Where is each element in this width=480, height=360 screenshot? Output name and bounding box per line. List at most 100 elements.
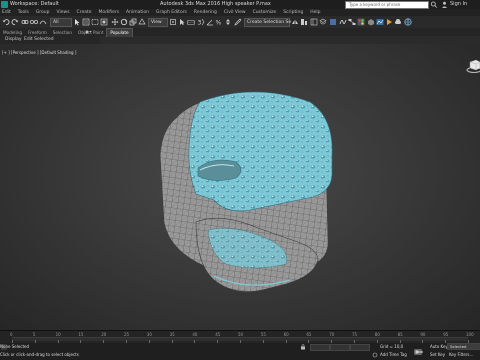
rotate-icon[interactable] — [120, 18, 128, 26]
menu-group[interactable]: Group — [36, 9, 50, 16]
select-object-icon[interactable] — [73, 18, 81, 26]
search-input[interactable]: Type a keyword or phrase — [345, 1, 429, 9]
menu-scripting[interactable]: Scripting — [283, 9, 303, 16]
time-slider[interactable]: 0 5 10 15 20 25 30 35 40 45 50 55 60 65 70 75 80 85 90 95 10… — [0, 330, 480, 344]
bind-spacewarp-icon[interactable] — [39, 18, 47, 26]
menu-rendering[interactable]: Rendering — [194, 9, 217, 16]
keyboard-shortcut-icon[interactable] — [187, 18, 195, 26]
graphite-modeling-tools-icon[interactable] — [329, 18, 337, 26]
redo-icon[interactable] — [11, 18, 19, 26]
key-mode-value: Selected — [450, 344, 467, 349]
align-icon[interactable] — [300, 18, 308, 26]
timeline-tick-label: 35 — [169, 332, 175, 337]
undo-icon[interactable] — [2, 18, 10, 26]
key-mode-dropdown[interactable]: Selected — [447, 343, 480, 350]
menu-tools[interactable]: Tools — [18, 9, 29, 16]
timeline-tick-label: 25 — [124, 332, 130, 337]
window-crossing-icon[interactable] — [100, 18, 108, 26]
timeline-tick-label: 85 — [397, 332, 403, 337]
link-icon[interactable] — [21, 18, 29, 26]
select-manipulate-icon[interactable] — [178, 18, 186, 26]
ribbon-options-icon[interactable] — [84, 29, 92, 35]
sub-toolbar: Display Edit Selected — [0, 36, 100, 44]
render-production-icon[interactable] — [385, 18, 393, 26]
speaker-model-render[interactable] — [0, 44, 480, 330]
scale-icon[interactable] — [129, 18, 137, 26]
timeline-tick-label: 20 — [101, 332, 107, 337]
svg-text:3: 3 — [198, 20, 202, 27]
menu-items: Edit Tools Group Views Create Modifiers Animat… — [2, 9, 327, 16]
selection-filter-dropdown[interactable]: All — [50, 18, 72, 27]
app-logo-icon[interactable] — [1, 1, 8, 8]
a360-gallery-icon[interactable] — [404, 18, 412, 26]
named-selection-set-dropdown[interactable]: Create Selection Se — [244, 18, 291, 27]
selection-filter-value: All — [53, 20, 59, 25]
edit-named-selection-icon[interactable] — [234, 18, 242, 26]
toggle-layer-explorer-icon[interactable] — [319, 18, 327, 26]
percent-snap-icon[interactable]: % — [215, 18, 223, 27]
timeline-tick-label: 90 — [420, 332, 426, 337]
selection-status: None Selected — [0, 344, 30, 349]
menu-edit[interactable]: Edit — [2, 9, 11, 16]
set-key-icon[interactable] — [413, 347, 425, 357]
timeline-tick-label: 80 — [374, 332, 380, 337]
menu-civil-view[interactable]: Civil View — [224, 9, 246, 16]
key-filters-button[interactable]: Key Filters... — [449, 352, 473, 358]
timeline-tick-label: 45 — [215, 332, 221, 337]
x-coordinate-field[interactable] — [310, 344, 330, 351]
lock-selection-icon[interactable] — [300, 344, 306, 350]
render-in-cloud-icon[interactable] — [394, 18, 402, 26]
search-placeholder: Type a keyword or phrase — [349, 2, 401, 7]
rendered-frame-window-icon[interactable] — [376, 18, 384, 26]
mirror-icon[interactable] — [291, 18, 299, 26]
set-key-button[interactable]: Set Key — [430, 352, 445, 358]
reference-coordinate-value: View — [151, 20, 162, 25]
menu-views[interactable]: Views — [57, 9, 70, 16]
add-time-tag-button[interactable]: Add Time Tag — [380, 352, 407, 358]
menu-customize[interactable]: Customize — [253, 9, 277, 16]
perspective-viewport[interactable]: [+ ] [Perspective ] [Default Shading ] — [0, 44, 480, 330]
placement-icon[interactable] — [138, 18, 146, 26]
timeline-tick-label: 95 — [443, 332, 449, 337]
material-editor-icon[interactable] — [357, 18, 365, 26]
svg-text:%: % — [216, 20, 222, 27]
pivot-center-icon[interactable] — [169, 18, 177, 26]
auto-key-button[interactable]: Auto Key — [430, 344, 448, 350]
move-icon[interactable] — [111, 18, 119, 26]
timeline-tick-label: 55 — [260, 332, 266, 337]
menu-graph-editors[interactable]: Graph Editors — [156, 9, 187, 16]
timeline-tick-label: 65 — [306, 332, 312, 337]
reference-coordinate-dropdown[interactable]: View — [148, 18, 168, 27]
user-icon[interactable] — [441, 1, 448, 8]
search-icon[interactable] — [430, 1, 438, 8]
rect-selection-icon[interactable] — [91, 18, 99, 26]
menu-bar: Edit Tools Group Views Create Modifiers Animat… — [0, 9, 480, 16]
y-coordinate-field[interactable] — [330, 344, 350, 351]
menu-modifiers[interactable]: Modifiers — [99, 9, 120, 16]
model-front-face — [188, 91, 333, 212]
time-tag-icon[interactable] — [372, 352, 378, 358]
menu-help[interactable]: Help — [310, 9, 320, 16]
curve-editor-icon[interactable] — [339, 18, 347, 26]
select-by-name-icon[interactable] — [82, 18, 90, 26]
snaps-toggle-icon[interactable]: 3 — [197, 18, 205, 26]
unlink-icon[interactable] — [30, 18, 38, 26]
render-setup-icon[interactable] — [367, 18, 375, 26]
status-bar: None Selected Click or click-and-drag to… — [0, 343, 480, 360]
sign-in-link[interactable]: Sign In — [450, 0, 467, 9]
timeline-tick-label: 40 — [192, 332, 198, 337]
menu-animation[interactable]: Animation — [126, 9, 149, 16]
spinner-snap-icon[interactable] — [224, 18, 232, 26]
schematic-view-icon[interactable] — [348, 18, 356, 26]
window-title: Autodesk 3ds Max 2016 High speaker P.max — [160, 1, 271, 7]
workspace-selector[interactable]: Workspace: Default — [10, 0, 59, 9]
z-coordinate-field[interactable] — [350, 344, 370, 351]
menu-create[interactable]: Create — [77, 9, 92, 16]
ribbon-tab-populate[interactable]: Populate — [106, 28, 133, 37]
edit-selected-button[interactable]: Edit Selected — [24, 36, 54, 44]
timeline-tick-label: 10 — [55, 332, 61, 337]
angle-snap-icon[interactable] — [206, 18, 214, 26]
toggle-scene-explorer-icon[interactable] — [310, 18, 318, 26]
timeline-tick-label: 50 — [238, 332, 244, 337]
display-button[interactable]: Display — [5, 36, 22, 44]
